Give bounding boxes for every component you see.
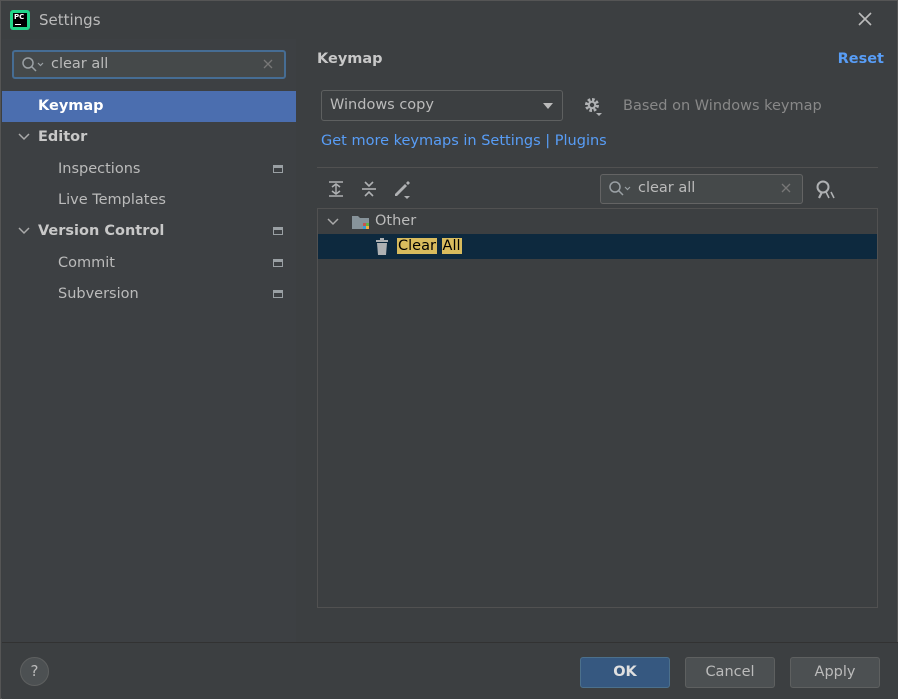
- gear-icon[interactable]: [583, 96, 605, 118]
- project-scope-icon: [273, 227, 283, 235]
- search-icon: [609, 181, 631, 196]
- divider: [317, 167, 878, 168]
- sidebar-item-label: Live Templates: [58, 192, 166, 208]
- sidebar-item-label: Keymap: [38, 98, 104, 114]
- close-icon[interactable]: [855, 9, 875, 29]
- based-on-label: Based on Windows keymap: [623, 98, 822, 114]
- chevron-down-icon[interactable]: [18, 132, 30, 142]
- filter-input-value: clear all: [638, 180, 696, 196]
- sidebar-item-live-templates[interactable]: Live Templates: [2, 185, 296, 216]
- tree-group-other[interactable]: Other: [318, 209, 877, 234]
- sidebar-item-keymap[interactable]: Keymap: [2, 91, 296, 122]
- cancel-button[interactable]: Cancel: [685, 657, 775, 688]
- sidebar-item-label: Inspections: [58, 161, 141, 177]
- sidebar-item-commit[interactable]: Commit: [2, 248, 296, 279]
- project-scope-icon: [273, 259, 283, 267]
- sidebar-item-label: Commit: [58, 255, 115, 271]
- clear-search-icon[interactable]: [262, 58, 274, 70]
- expand-all-icon[interactable]: [326, 179, 346, 199]
- title-bar: PC Settings: [1, 1, 897, 39]
- project-scope-icon: [273, 165, 283, 173]
- settings-window: PC Settings clear all Keymap Editor Insp…: [0, 0, 898, 699]
- sidebar-item-subversion[interactable]: Subversion: [2, 279, 296, 310]
- project-scope-icon: [273, 290, 283, 298]
- tree-action-label: Clear All: [397, 234, 462, 259]
- sidebar-item-editor[interactable]: Editor: [2, 122, 296, 153]
- find-shortcut-icon[interactable]: [814, 179, 836, 201]
- tree-group-label: Other: [375, 213, 417, 229]
- edit-icon[interactable]: [392, 179, 412, 199]
- apply-button[interactable]: Apply: [790, 657, 880, 688]
- keymap-dropdown[interactable]: Windows copy: [321, 90, 563, 121]
- keymap-filter-input[interactable]: clear all: [600, 174, 803, 204]
- pycharm-logo-icon: PC: [10, 10, 30, 30]
- settings-sidebar: clear all Keymap Editor Inspections Live: [2, 39, 296, 642]
- sidebar-item-version-control[interactable]: Version Control: [2, 216, 296, 247]
- keymap-action-tree: Other Clear All: [317, 208, 878, 608]
- ok-button[interactable]: OK: [580, 657, 670, 688]
- help-button[interactable]: ?: [20, 657, 49, 686]
- keymap-dropdown-value: Windows copy: [330, 97, 434, 113]
- collapse-all-icon[interactable]: [359, 179, 379, 199]
- get-more-keymaps-link[interactable]: Get more keymaps in Settings | Plugins: [321, 133, 607, 149]
- page-title: Keymap: [317, 51, 383, 67]
- sidebar-item-inspections[interactable]: Inspections: [2, 154, 296, 185]
- folder-icon: [352, 216, 369, 229]
- search-input-value: clear all: [51, 56, 109, 72]
- sidebar-item-label: Version Control: [38, 223, 165, 239]
- window-title: Settings: [39, 11, 101, 29]
- sidebar-item-label: Subversion: [58, 286, 139, 302]
- trash-icon: [376, 238, 388, 255]
- reset-link[interactable]: Reset: [838, 51, 884, 67]
- chevron-down-icon[interactable]: [327, 217, 339, 227]
- search-icon: [22, 57, 44, 72]
- search-highlight: Clear: [397, 238, 437, 254]
- sidebar-item-label: Editor: [38, 129, 88, 145]
- search-highlight: All: [441, 238, 462, 254]
- settings-search-input[interactable]: clear all: [12, 50, 286, 79]
- clear-filter-icon[interactable]: [780, 182, 792, 194]
- chevron-down-icon[interactable]: [18, 226, 30, 236]
- tree-action-clear-all[interactable]: Clear All: [318, 234, 877, 259]
- dropdown-arrow-icon: [543, 103, 553, 109]
